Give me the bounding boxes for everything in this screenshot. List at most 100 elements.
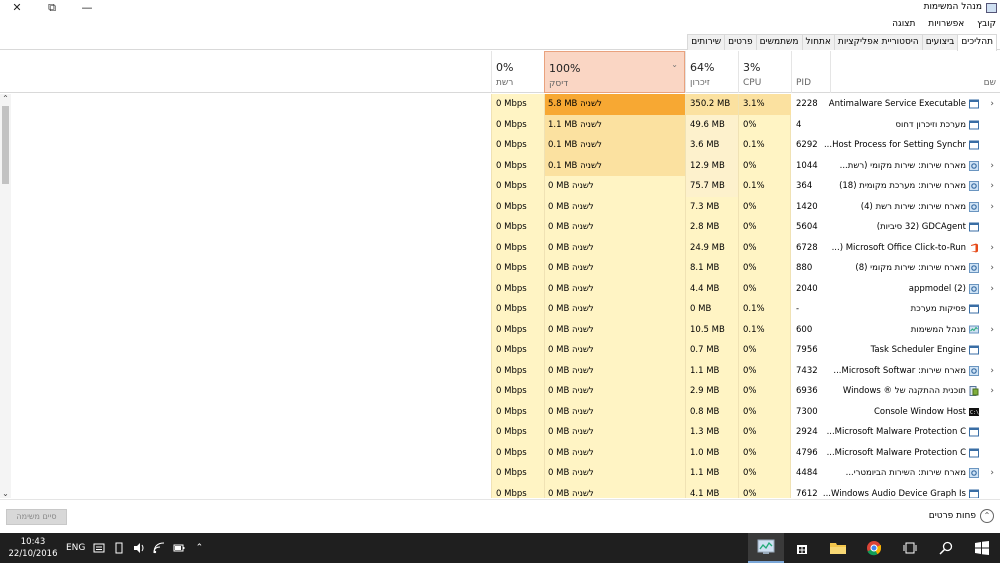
memory-value: 1.0 MB [690,447,720,458]
maximize-button[interactable]: ⧉ [37,0,67,17]
memory-value: 8.1 MB [690,263,720,273]
disk-value: 0 MB לשניה [548,386,594,396]
taskbar-file-explorer[interactable] [820,533,856,563]
column-cpu[interactable]: 3% CPU [738,51,791,93]
table-row[interactable]: 0 Mbps 1.1 MB לשניה 49.6 MB 0% 4 מערכת וזיכרו… [0,114,1000,135]
table-row[interactable]: 0 Mbps 0 MB לשניה 1.1 MB 0% 7432 מארח שירות: … [0,361,1000,382]
table-row[interactable]: 0 Mbps 0 MB לשניה 10.5 MB 0.1% 600 מנהל המשימ… [0,320,1000,341]
tablet-icon[interactable] [113,542,125,554]
taskbar-search[interactable] [928,533,964,563]
end-task-button[interactable]: סיים משימה [6,509,67,525]
menu-options[interactable]: אפשרויות [928,17,964,31]
close-button[interactable]: ✕ [2,0,32,17]
app-window-icon [969,427,979,437]
table-row[interactable]: 0 Mbps 0 MB לשניה 4.4 MB 0% 2040 appmodel (2)… [0,279,1000,300]
expand-chevron-icon[interactable]: › [990,381,994,402]
memory-value: 2.9 MB [690,386,720,396]
table-row[interactable]: 0 Mbps 0 MB לשניה 0 MB 0.1% - פסיקות מערכת [0,299,1000,320]
clock[interactable]: 10:43 22/10/2016 [8,536,58,560]
disk-value: 0.1 MB לשניה [548,140,602,150]
table-row[interactable]: 0 Mbps 0 MB לשניה 1.1 MB 0% 4484 מארח שירות: … [0,463,1000,484]
scroll-thumb[interactable] [2,106,9,184]
memory-value: 0.7 MB [690,345,720,355]
table-row[interactable]: 0 Mbps 0 MB לשניה 1.3 MB 0% 2924 Microsoft Ma… [0,422,1000,443]
table-row[interactable]: 0 Mbps 0.1 MB לשניה 3.6 MB 0.1% 6292 Host Pro… [0,135,1000,156]
wifi-icon[interactable] [153,542,165,554]
network-value: 0 Mbps [496,447,527,458]
tab-startup[interactable]: אתחול [801,34,835,50]
gear-icon [969,181,979,191]
tab-services[interactable]: שירותים [687,34,726,50]
table-row[interactable]: 0 Mbps 0.1 MB לשניה 12.9 MB 0% 1044 מארח שירו… [0,155,1000,177]
tab-app-history[interactable]: היסטוריית אפליקציות [833,34,923,50]
table-row[interactable]: 0 Mbps 0 MB לשניה 1.0 MB 0% 4796 Microsoft Ma… [0,443,1000,464]
cpu-value: 0% [743,201,757,212]
expand-chevron-icon[interactable]: › [990,279,994,300]
expand-chevron-icon[interactable]: › [990,361,994,382]
network-value: 0 Mbps [496,119,527,130]
disk-value: 0 MB לשניה [548,283,594,294]
tab-details[interactable]: פרטים [724,34,757,50]
expand-chevron-icon[interactable]: › [990,320,994,341]
column-pid[interactable]: PID [791,51,830,93]
language-indicator[interactable]: ENG [66,543,85,553]
table-row[interactable]: 0 Mbps 0 MB לשניה 24.9 MB 0% 6728 Microsoft O… [0,238,1000,259]
table-row[interactable]: 0 Mbps 0 MB לשניה 7.3 MB 0% 1420 מארח שירות: … [0,197,1000,218]
office-icon [969,243,979,253]
column-name[interactable]: שם [830,51,1000,93]
table-row[interactable]: 0 Mbps 0 MB לשניה 4.1 MB 0% 7612 Windows Audi… [0,484,1000,499]
network-label: רשת [496,78,514,88]
expand-chevron-icon[interactable]: › [990,238,994,259]
cpu-value: 0% [743,447,757,458]
expand-chevron-icon[interactable]: › [990,258,994,279]
menu-file[interactable]: קובץ [977,17,996,31]
expand-chevron-icon[interactable]: › [990,94,994,115]
disk-value: 0 MB לשניה [548,242,594,253]
process-name: Windows Audio Device Graph Is... [822,488,966,499]
expand-chevron-icon[interactable]: › [990,463,994,484]
disk-value: 0 MB לשניה [548,222,594,232]
expand-chevron-icon[interactable]: › [990,176,994,197]
memory-value: 2.8 MB [690,222,720,232]
table-row[interactable]: 0 Mbps 0 MB לשניה 2.8 MB 0% 5604 GDCAgent (32… [0,217,1000,238]
taskbar-store[interactable] [784,533,820,563]
minimize-button[interactable]: — [72,0,102,17]
scroll-down-icon[interactable]: ⌄ [1,489,10,498]
vertical-scrollbar[interactable]: ⌃ ⌄ [0,94,11,498]
battery-icon[interactable] [173,542,185,554]
table-row[interactable]: 0 Mbps 5.8 MB לשניה 350.2 MB 3.1% 2228 Antima… [0,94,1000,115]
column-network[interactable]: 0% רשת [491,51,544,93]
taskbar-start[interactable] [964,533,1000,563]
memory-value: 350.2 MB [690,99,731,109]
expand-chevron-icon[interactable]: › [990,197,994,218]
taskbar-chrome[interactable] [856,533,892,563]
menu-view[interactable]: תצוגה [892,17,915,31]
tab-users[interactable]: משתמשים [755,34,803,50]
table-row[interactable]: 0 Mbps 0 MB לשניה 75.7 MB 0.1% 364 מארח שירות… [0,176,1000,197]
taskbar-task-manager[interactable] [748,533,784,563]
keyboard-icon[interactable] [93,542,105,554]
disk-value: 0 MB לשניה [548,365,594,376]
tray-chevron-up-icon[interactable]: ⌃ [193,542,205,554]
tab-processes[interactable]: תהליכים [957,34,997,51]
expand-chevron-icon[interactable]: › [990,156,994,177]
table-row[interactable]: 0 Mbps 0 MB לשניה 0.7 MB 0% 7956 Task Schedul… [0,340,1000,361]
network-value: 0 Mbps [496,181,527,191]
column-memory[interactable]: 64% זיכרון [685,51,738,93]
memory-value: 49.6 MB [690,119,725,130]
tab-performance[interactable]: ביצועים [921,34,959,50]
sort-chevron-icon: ⌄ [671,60,678,69]
collapse-icon[interactable]: ⌃ [980,509,994,523]
system-tray: ENG ⌃ [66,533,205,563]
cpu-value: 0% [743,160,757,171]
fewer-details-link[interactable]: פחות פרטים [929,511,976,521]
column-header: 0% רשת 100% דיסק ⌄ 64% זיכרון 3% CPU PID… [0,51,1000,93]
table-row[interactable]: 0 Mbps 0 MB לשניה 8.1 MB 0% 880 מארח שירות: ש… [0,258,1000,279]
table-row[interactable]: 0 Mbps 0 MB לשניה 2.9 MB 0% 6936 תוכנית ההתקנ… [0,381,1000,402]
table-row[interactable]: 0 Mbps 0 MB לשניה 0.8 MB 0% 7300 Console Wind… [0,402,1000,423]
memory-value: 0 MB [690,304,712,314]
volume-icon[interactable] [133,542,145,554]
scroll-up-icon[interactable]: ⌃ [1,94,10,103]
column-disk[interactable]: 100% דיסק ⌄ [544,51,685,93]
taskbar-task-view[interactable] [892,533,928,563]
